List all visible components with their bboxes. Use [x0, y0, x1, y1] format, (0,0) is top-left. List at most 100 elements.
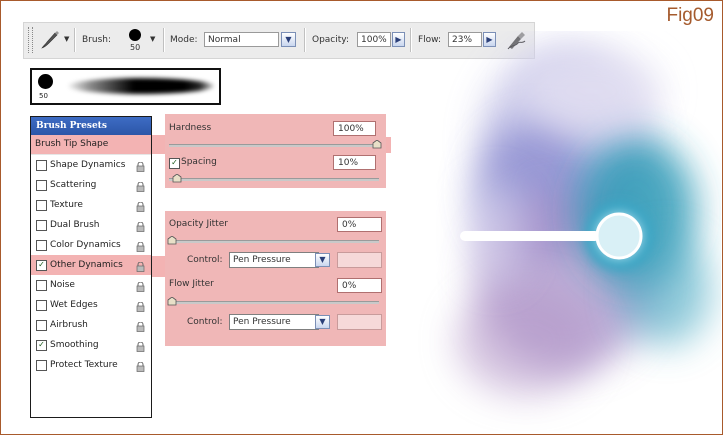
brush-option-checkbox[interactable]: [36, 180, 47, 191]
mode-dropdown-icon[interactable]: ▼: [281, 32, 296, 47]
brush-option-label: Texture: [50, 200, 83, 210]
brush-tip-settings: Hardness 100% ✓ Spacing 10%: [165, 114, 386, 188]
hardness-label: Hardness: [169, 123, 212, 133]
flow-control-label: Control:: [187, 317, 223, 327]
brush-label: Brush:: [82, 35, 112, 45]
lock-icon[interactable]: [136, 200, 145, 212]
brush-panel: Brush Presets Brush Tip Shape Shape Dyna…: [30, 116, 152, 418]
flow-jitter-slider-track[interactable]: [169, 301, 379, 304]
brush-option-shape-dynamics[interactable]: Shape Dynamics: [31, 155, 151, 175]
brush-option-label: Protect Texture: [50, 360, 118, 370]
brush-option-checkbox[interactable]: [36, 240, 47, 251]
brush-option-dual-brush[interactable]: Dual Brush: [31, 215, 151, 235]
hardness-slider-track[interactable]: [169, 144, 379, 147]
flow-jitter-value[interactable]: 0%: [337, 278, 382, 293]
stroke-sample: [68, 78, 214, 94]
lock-icon[interactable]: [136, 360, 145, 372]
opacity-jitter-label: Opacity Jitter: [169, 219, 228, 229]
brush-option-other-dynamics[interactable]: ✓ Other Dynamics: [31, 255, 151, 275]
brush-option-label: Color Dynamics: [50, 240, 121, 250]
opacity-control-empty-field: [337, 252, 382, 268]
opacity-control-label: Control:: [187, 255, 223, 265]
divider: [74, 28, 76, 52]
mode-select[interactable]: Normal: [204, 32, 279, 47]
brush-option-checkbox[interactable]: [36, 300, 47, 311]
white-stroke-dot: [595, 212, 643, 260]
brush-option-checkbox[interactable]: [36, 200, 47, 211]
lock-icon[interactable]: [136, 220, 145, 232]
hardness-value[interactable]: 100%: [333, 121, 376, 136]
tip-shape-highlight-connector: [151, 135, 165, 154]
brush-option-smoothing[interactable]: ✓ Smoothing: [31, 335, 151, 355]
flow-jitter-label: Flow Jitter: [169, 279, 214, 289]
brush-option-wet-edges[interactable]: Wet Edges: [31, 295, 151, 315]
lock-icon[interactable]: [136, 320, 145, 332]
brush-option-checkbox[interactable]: [36, 360, 47, 371]
mode-label: Mode:: [170, 35, 198, 45]
lock-icon[interactable]: [136, 240, 145, 252]
brush-tool-icon[interactable]: [39, 29, 61, 51]
brush-option-texture[interactable]: Texture: [31, 195, 151, 215]
lock-icon[interactable]: [136, 160, 145, 172]
opacity-jitter-slider-thumb-icon[interactable]: [167, 235, 177, 245]
brush-picker-chevron-icon[interactable]: ▼: [150, 35, 155, 43]
brush-preview-size: 50: [39, 92, 48, 100]
brush-option-checkbox[interactable]: ✓: [36, 340, 47, 351]
brush-option-checkbox[interactable]: [36, 220, 47, 231]
flow-control-dropdown-icon[interactable]: ▼: [315, 315, 330, 329]
brush-option-label: Other Dynamics: [50, 260, 123, 270]
spacing-checkbox[interactable]: ✓: [169, 158, 180, 169]
brush-option-scattering[interactable]: Scattering: [31, 175, 151, 195]
other-dynamics-highlight-connector: [151, 256, 165, 277]
opacity-slider-arrow-icon[interactable]: ▶: [392, 32, 405, 47]
brush-option-label: Scattering: [50, 180, 97, 190]
opacity-jitter-slider-track[interactable]: [169, 240, 379, 243]
opacity-control-select[interactable]: Pen Pressure: [229, 252, 319, 268]
brush-tip-preview-icon: [38, 74, 53, 89]
figure-frame: Fig09 ▼ Brush: 50 ▼ Mode: Normal ▼ Opaci…: [0, 0, 723, 435]
opacity-label: Opacity:: [312, 35, 349, 45]
brush-option-checkbox[interactable]: [36, 320, 47, 331]
flow-jitter-slider-thumb-icon[interactable]: [167, 296, 177, 306]
brush-stroke-artwork: [416, 31, 721, 431]
brush-option-protect-texture[interactable]: Protect Texture: [31, 355, 151, 375]
spacing-label: Spacing: [181, 157, 217, 167]
opacity-jitter-value[interactable]: 0%: [337, 217, 382, 232]
brush-tip-shape-item[interactable]: Brush Tip Shape: [31, 135, 151, 155]
brush-option-label: Noise: [50, 280, 75, 290]
brush-tip-icon: [129, 29, 141, 41]
brush-option-checkbox[interactable]: [36, 280, 47, 291]
lock-icon[interactable]: [136, 180, 145, 192]
flow-control-empty-field: [337, 314, 382, 330]
brush-size: 50: [130, 43, 141, 52]
brush-option-color-dynamics[interactable]: Color Dynamics: [31, 235, 151, 255]
lock-icon[interactable]: [136, 280, 145, 292]
spacing-slider-track[interactable]: [169, 178, 379, 181]
spacing-value[interactable]: 10%: [333, 155, 376, 170]
other-dynamics-settings: Opacity Jitter 0% Control: Pen Pressure …: [165, 211, 386, 346]
brush-option-checkbox[interactable]: ✓: [36, 260, 47, 271]
brush-picker[interactable]: 50: [124, 27, 146, 55]
flow-control-select[interactable]: Pen Pressure: [229, 314, 319, 330]
divider: [410, 28, 412, 52]
spacing-slider-thumb-icon[interactable]: [172, 173, 182, 183]
brush-option-label: Smoothing: [50, 340, 99, 350]
brush-presets-header[interactable]: Brush Presets: [31, 117, 151, 135]
brush-option-label: Shape Dynamics: [50, 160, 126, 170]
divider: [304, 28, 306, 52]
toolbar-grip[interactable]: [28, 27, 33, 53]
lock-icon[interactable]: [136, 260, 145, 272]
white-stroke-line: [460, 231, 600, 241]
opacity-control-dropdown-icon[interactable]: ▼: [315, 253, 330, 267]
brush-option-noise[interactable]: Noise: [31, 275, 151, 295]
brush-option-checkbox[interactable]: [36, 160, 47, 171]
lock-icon[interactable]: [136, 340, 145, 352]
brush-option-label: Airbrush: [50, 320, 88, 330]
brush-option-label: Dual Brush: [50, 220, 100, 230]
lock-icon[interactable]: [136, 300, 145, 312]
hardness-slider-thumb-icon[interactable]: [372, 139, 382, 149]
brush-option-airbrush[interactable]: Airbrush: [31, 315, 151, 335]
brush-option-label: Wet Edges: [50, 300, 98, 310]
opacity-input[interactable]: 100%: [357, 32, 391, 47]
tool-preset-chevron-icon[interactable]: ▼: [64, 35, 69, 43]
